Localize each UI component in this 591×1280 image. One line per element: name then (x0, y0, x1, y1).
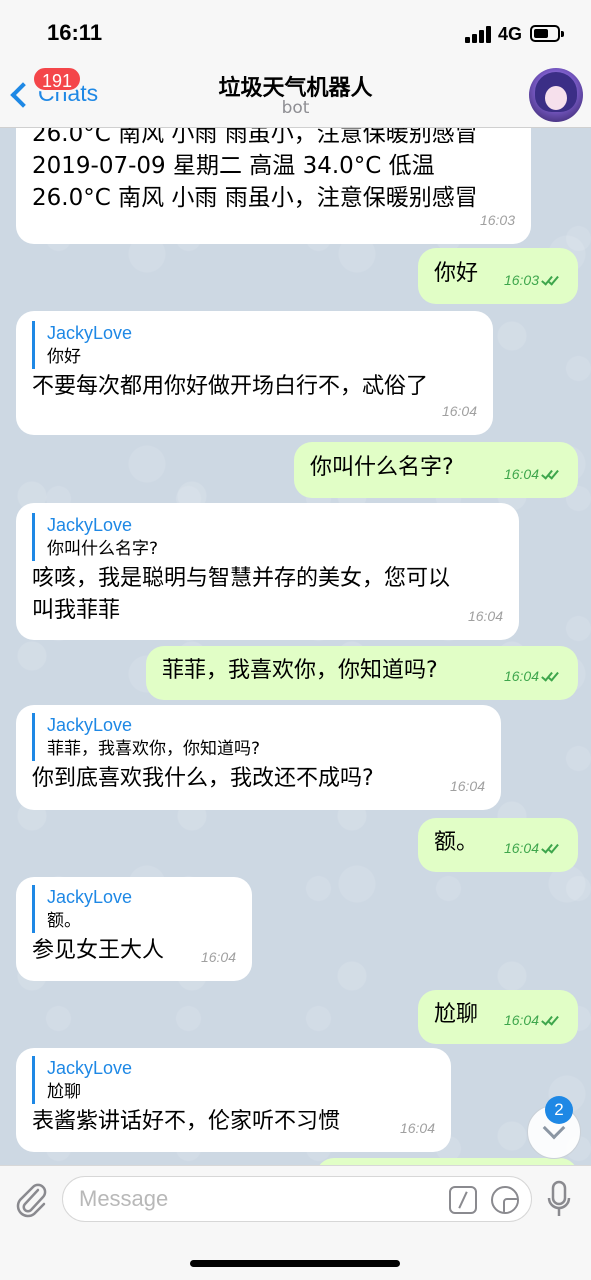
message-time: 16:04 (449, 778, 485, 794)
message-text-line: 26.0°C 南风 小雨 雨虽小，注意保暖别感冒 (32, 185, 478, 211)
message-text-line: 叫我菲菲 (32, 598, 121, 623)
message-bubble-outgoing[interactable]: 菲菲，我喜欢你，你知道吗? 16:04 (146, 646, 578, 700)
message-time: 16:04 (504, 458, 562, 490)
read-checkmarks-icon (541, 669, 562, 682)
reply-quote[interactable]: JackyLove 尬聊 (32, 1056, 435, 1104)
chat-area[interactable]: 26.0°C 南风 小雨 雨虽小，注意保暖别感冒 2019-07-09 星期二 … (0, 128, 591, 1165)
message-bubble-incoming[interactable]: JackyLove 菲菲，我喜欢你，你知道吗? 你到底喜欢我什么，我改还不成吗?… (16, 705, 501, 810)
unread-mentions-badge: 2 (545, 1096, 573, 1124)
message-text-line: 26.0°C 南风 小雨 雨虽小，注意保暖别感冒 (32, 128, 478, 147)
reply-quote[interactable]: JackyLove 额。 (32, 885, 236, 933)
message-input[interactable]: Message (62, 1176, 532, 1222)
message-text: 不要每次都用你好做开场白行不，忒俗了 (32, 374, 429, 399)
battery-icon (530, 25, 564, 42)
message-text: 你到底喜欢我什么，我改还不成吗? (32, 766, 374, 791)
message-time: 16:04 (504, 832, 562, 864)
message-bubble-outgoing[interactable]: 额。 16:04 (418, 818, 578, 872)
reply-quote[interactable]: JackyLove 你叫什么名字? (32, 513, 503, 561)
message-bubble-incoming[interactable]: 26.0°C 南风 小雨 雨虽小，注意保暖别感冒 2019-07-09 星期二 … (16, 128, 531, 244)
message-bubble-outgoing-partial[interactable] (316, 1158, 578, 1165)
microphone-icon[interactable] (546, 1180, 572, 1220)
status-bar: 16:11 4G (0, 0, 591, 62)
message-bubble-incoming[interactable]: JackyLove 尬聊 表酱紫讲话好不，伦家听不习惯 16:04 (16, 1048, 451, 1152)
message-bubble-outgoing[interactable]: 你叫什么名字? 16:04 (294, 442, 578, 498)
read-checkmarks-icon (541, 273, 562, 286)
reply-text: 你好 (47, 347, 81, 367)
message-time: 16:03 (479, 212, 515, 228)
reply-text: 菲菲，我喜欢你，你知道吗? (47, 739, 261, 759)
status-time: 16:11 (47, 20, 103, 45)
message-time: 16:04 (504, 1004, 562, 1036)
chat-header: Chats 191 垃圾天气机器人 bot (0, 62, 591, 128)
reply-author: JackyLove (47, 1058, 133, 1078)
read-checkmarks-icon (541, 467, 562, 480)
message-time: 16:04 (504, 660, 562, 692)
message-bubble-outgoing[interactable]: 你好 16:03 (418, 248, 578, 304)
chat-subtitle: bot (281, 98, 310, 118)
message-bubble-incoming[interactable]: JackyLove 额。 参见女王大人 16:04 (16, 877, 252, 981)
message-text: 表酱紫讲话好不，伦家听不习惯 (32, 1109, 341, 1134)
read-checkmarks-icon (541, 841, 562, 854)
avatar[interactable] (529, 68, 583, 122)
reply-text: 你叫什么名字? (47, 539, 159, 559)
message-text-line: 咳咳，我是聪明与智慧并存的美女，您可以 (32, 566, 451, 591)
home-indicator (190, 1260, 400, 1267)
reply-quote[interactable]: JackyLove 菲菲，我喜欢你，你知道吗? (32, 713, 485, 761)
read-checkmarks-icon (541, 1013, 562, 1026)
reply-author: JackyLove (47, 715, 133, 735)
message-time: 16:03 (504, 264, 562, 296)
reply-author: JackyLove (47, 887, 133, 907)
reply-author: JackyLove (47, 515, 133, 535)
signal-icon (465, 25, 495, 43)
reply-author: JackyLove (47, 323, 133, 343)
network-label: 4G (498, 24, 523, 44)
message-time: 16:04 (399, 1120, 435, 1136)
paperclip-icon[interactable] (14, 1180, 48, 1218)
reply-quote[interactable]: JackyLove 你好 (32, 321, 477, 369)
message-text-line: 2019-07-09 星期二 高温 34.0°C 低温 (32, 153, 435, 179)
avatar-face (545, 86, 567, 110)
reply-text: 尬聊 (47, 1082, 81, 1102)
message-bubble-incoming[interactable]: JackyLove 你好 不要每次都用你好做开场白行不，忒俗了 16:04 (16, 311, 493, 435)
bot-command-icon[interactable] (449, 1186, 477, 1214)
reply-text: 额。 (47, 911, 81, 931)
message-time: 16:04 (467, 608, 503, 624)
message-time: 16:04 (441, 403, 477, 419)
message-bubble-incoming[interactable]: JackyLove 你叫什么名字? 咳咳，我是聪明与智慧并存的美女，您可以 叫我… (16, 503, 519, 640)
message-placeholder: Message (79, 1186, 169, 1211)
sticker-icon[interactable] (491, 1186, 519, 1214)
message-time: 16:04 (200, 949, 236, 965)
message-bubble-outgoing[interactable]: 尬聊 16:04 (418, 990, 578, 1044)
